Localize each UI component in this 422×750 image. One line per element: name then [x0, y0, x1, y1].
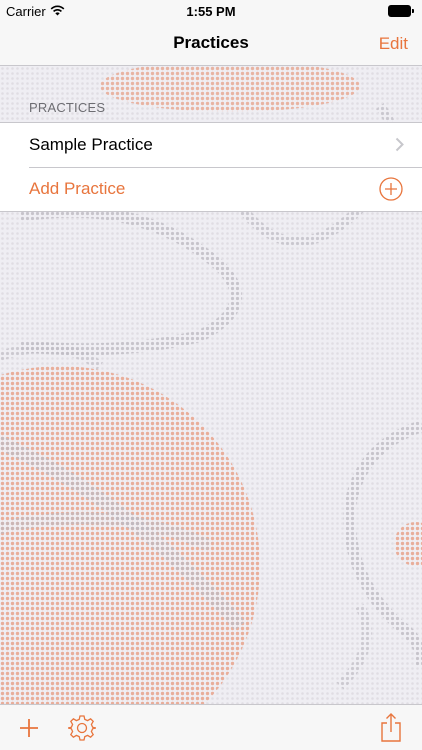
- chevron-right-icon: [395, 137, 404, 157]
- page-title: Practices: [173, 33, 249, 52]
- share-icon: [380, 713, 402, 747]
- status-time: 1:55 PM: [186, 4, 236, 19]
- list-item-label: Sample Practice: [29, 135, 153, 154]
- navigation-bar: Practices Edit: [0, 22, 422, 66]
- battery-icon: [388, 5, 414, 17]
- edit-button[interactable]: Edit: [379, 34, 408, 54]
- plus-icon: [18, 719, 40, 743]
- practices-table: Sample Practice Add Practice: [0, 122, 422, 212]
- status-bar: Carrier 1:55 PM: [0, 0, 422, 22]
- bottom-toolbar: [0, 704, 422, 750]
- section-header: PRACTICES: [29, 100, 106, 115]
- plus-circle-icon: [379, 177, 403, 206]
- add-button[interactable]: [18, 717, 40, 744]
- gear-icon: [65, 715, 97, 746]
- add-practice-label: Add Practice: [29, 179, 126, 198]
- settings-button[interactable]: [65, 714, 97, 747]
- share-button[interactable]: [380, 713, 402, 748]
- list-item-sample-practice[interactable]: Sample Practice: [0, 123, 422, 167]
- add-practice-button[interactable]: Add Practice: [0, 167, 422, 211]
